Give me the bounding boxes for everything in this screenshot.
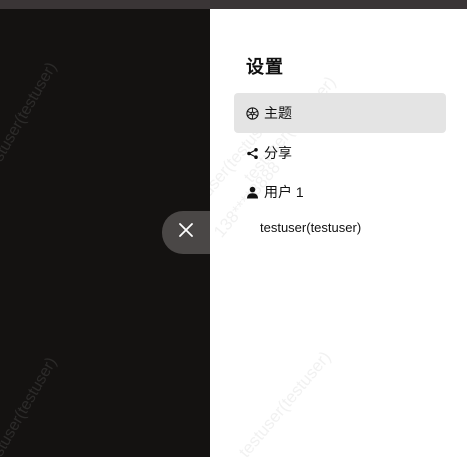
page: testuser(testuser) testuser(testuser) te…	[0, 0, 467, 457]
palette-icon	[245, 106, 259, 120]
user-icon	[245, 185, 259, 199]
settings-panel: testuser(testuser) 138****8888 testuser(…	[210, 9, 467, 457]
watermark-text: testuser(testuser)	[0, 354, 61, 457]
menu-item-label: 分享	[264, 145, 292, 161]
watermark-text: testuser(testuser)	[0, 59, 61, 176]
top-bar	[0, 0, 467, 9]
menu-item-label: 主题	[264, 105, 292, 121]
menu-item-label: 用户 1	[264, 184, 304, 200]
menu-item-users[interactable]: 用户 1	[234, 172, 446, 212]
share-icon	[245, 146, 259, 160]
menu-item-share[interactable]: 分享	[234, 133, 446, 173]
watermark-text: testuser(testuser)	[235, 347, 335, 457]
menu-item-theme[interactable]: 主题	[234, 93, 446, 133]
close-icon	[178, 223, 193, 242]
user-entry[interactable]: testuser(testuser)	[260, 220, 361, 235]
close-button[interactable]	[162, 211, 210, 254]
panel-title: 设置	[246, 57, 284, 77]
